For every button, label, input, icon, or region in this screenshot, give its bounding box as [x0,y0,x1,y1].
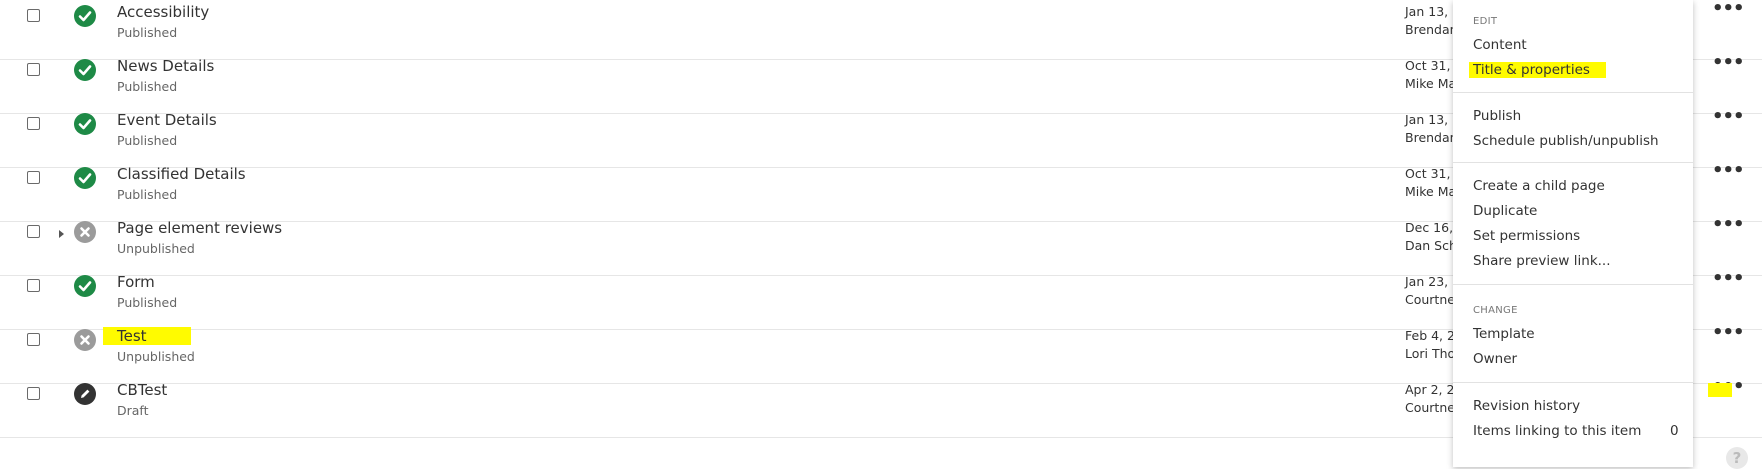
page-status: Published [117,295,178,310]
modified-by: Mike Ma [1405,76,1457,91]
page-status: Published [117,25,178,40]
modified-by: Lori Tho [1405,346,1456,361]
menu-item-schedule[interactable]: Schedule publish/unpublish [1473,133,1659,149]
modified-by: Brendan [1405,22,1458,37]
modified-by: Courtne [1405,400,1455,415]
x-circle-icon [74,221,96,243]
menu-section-info: Revision history Items linking to this i… [1453,382,1693,468]
page-status: Published [117,79,178,94]
menu-header-change: CHANGE [1473,305,1518,316]
help-icon[interactable]: ? [1726,447,1748,469]
caret-right-icon[interactable] [59,230,64,238]
menu-section-edit: EDIT Content Title & properties [1453,0,1693,92]
modified-date: Jan 13, 2 [1405,4,1461,19]
modified-by: Dan Sch [1405,238,1457,253]
items-linking-count: 0 [1670,423,1679,439]
modified-date: Jan 23, 2 [1405,274,1461,289]
x-circle-icon [74,329,96,351]
more-dots-icon[interactable]: ••• [1712,162,1745,180]
menu-section-actions: Create a child page Duplicate Set permis… [1453,162,1693,285]
menu-header-edit: EDIT [1473,16,1498,27]
menu-item-share-preview[interactable]: Share preview link... [1473,253,1611,269]
menu-section-publish: Publish Schedule publish/unpublish [1453,92,1693,163]
menu-item-title-properties[interactable]: Title & properties [1469,62,1606,78]
check-circle-icon [74,59,96,81]
menu-section-change: CHANGE Template Owner [1453,284,1693,383]
menu-item-content[interactable]: Content [1473,37,1527,53]
modified-date: Dec 16, [1405,220,1454,235]
row-checkbox[interactable] [27,279,40,292]
row-checkbox[interactable] [27,387,40,400]
pencil-circle-icon [74,383,96,405]
page-title[interactable]: Accessibility [114,3,212,21]
menu-item-items-linking[interactable]: Items linking to this item [1473,423,1641,439]
more-dots-icon[interactable]: ••• [1712,324,1745,342]
row-checkbox[interactable] [27,117,40,130]
menu-item-template[interactable]: Template [1473,326,1535,342]
menu-item-publish[interactable]: Publish [1473,108,1521,124]
page-status: Published [117,187,178,202]
page-title[interactable]: Event Details [114,111,220,129]
page-title[interactable]: Form [114,273,158,291]
highlight-marker [1708,383,1732,397]
check-circle-icon [74,113,96,135]
page-status: Draft [117,403,149,418]
check-circle-icon [74,167,96,189]
more-dots-icon[interactable]: ••• [1712,216,1745,234]
page-title[interactable]: CBTest [114,381,170,399]
modified-by: Brendan [1405,130,1458,145]
modified-by: Mike Ma [1405,184,1457,199]
page-title[interactable]: News Details [114,57,217,75]
page-status: Unpublished [117,241,195,256]
more-dots-icon[interactable]: ••• [1712,108,1745,126]
menu-item-set-permissions[interactable]: Set permissions [1473,228,1580,244]
row-checkbox[interactable] [27,333,40,346]
more-dots-icon[interactable]: ••• [1712,54,1745,72]
menu-item-owner[interactable]: Owner [1473,351,1517,367]
modified-date: Jan 13, 2 [1405,112,1461,127]
row-checkbox[interactable] [27,225,40,238]
row-checkbox[interactable] [27,171,40,184]
menu-item-duplicate[interactable]: Duplicate [1473,203,1537,219]
page-title[interactable]: Test [103,327,191,345]
check-circle-icon [74,5,96,27]
page-status: Unpublished [117,349,195,364]
check-circle-icon [74,275,96,297]
page-title[interactable]: Classified Details [114,165,249,183]
page-title[interactable]: Page element reviews [114,219,285,237]
actions-menu: EDIT Content Title & properties Publish … [1453,0,1693,467]
menu-item-revision-history[interactable]: Revision history [1473,398,1580,414]
row-checkbox[interactable] [27,63,40,76]
menu-item-create-child[interactable]: Create a child page [1473,178,1605,194]
row-checkbox[interactable] [27,9,40,22]
more-dots-icon[interactable]: ••• [1712,270,1745,288]
more-dots-icon[interactable]: ••• [1712,0,1745,18]
page-status: Published [117,133,178,148]
modified-by: Courtne [1405,292,1455,307]
